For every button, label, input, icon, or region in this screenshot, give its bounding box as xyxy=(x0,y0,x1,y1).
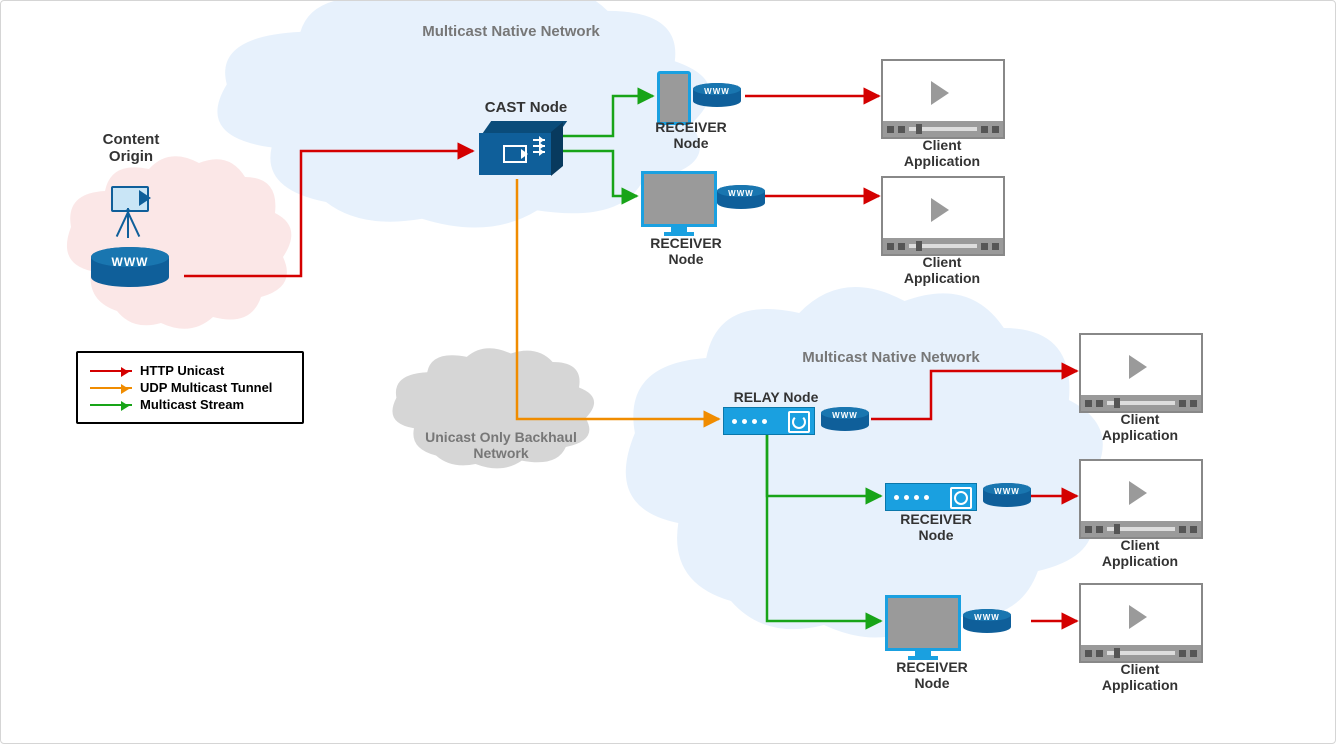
client4-label: Client Application xyxy=(1075,537,1205,569)
legend-udp-label: UDP Multicast Tunnel xyxy=(140,380,272,395)
title-multicast-right: Multicast Native Network xyxy=(771,349,1011,366)
client5-label: Client Application xyxy=(1075,661,1205,693)
receiver1-label: RECEIVER Node xyxy=(636,119,746,151)
legend-udp-arrow-icon xyxy=(90,387,132,389)
receiver3-rack-icon xyxy=(885,483,977,511)
receiver4-monitor-icon xyxy=(885,595,961,651)
client2-player-icon xyxy=(881,176,1005,256)
client1-player-icon xyxy=(881,59,1005,139)
legend: HTTP Unicast UDP Multicast Tunnel Multic… xyxy=(76,351,304,424)
diagram-canvas: Multicast Native Network Multicast Nativ… xyxy=(0,0,1336,744)
edge-origin-to-cast xyxy=(184,151,473,276)
receiver4-label: RECEIVER Node xyxy=(877,659,987,691)
origin-cloud xyxy=(67,156,291,329)
origin-label: Content Origin xyxy=(81,131,181,165)
cast-label: CAST Node xyxy=(471,99,581,116)
client1-label: Client Application xyxy=(877,137,1007,169)
legend-http: HTTP Unicast xyxy=(90,363,290,378)
edge-relay-to-receiver3 xyxy=(767,433,881,496)
legend-mc: Multicast Stream xyxy=(90,397,290,412)
receiver2-monitor-icon xyxy=(641,171,717,227)
relay-www-disc: WWW xyxy=(821,407,869,431)
legend-mc-arrow-icon xyxy=(90,404,132,406)
camera-icon xyxy=(111,186,149,212)
receiver4-www-disc: WWW xyxy=(963,609,1011,633)
legend-mc-label: Multicast Stream xyxy=(140,397,244,412)
edge-relay-to-client3 xyxy=(871,371,1077,419)
receiver2-label: RECEIVER Node xyxy=(631,235,741,267)
edge-cast-to-receiver2 xyxy=(561,151,637,196)
edge-relay-to-receiver4 xyxy=(767,433,881,621)
client4-player-icon xyxy=(1079,459,1203,539)
receiver2-www-disc: WWW xyxy=(717,185,765,209)
www-text: WWW xyxy=(91,255,169,269)
client3-player-icon xyxy=(1079,333,1203,413)
cast-node-icon xyxy=(479,121,555,175)
relay-label: RELAY Node xyxy=(721,389,831,405)
multicast-cloud-right xyxy=(626,287,1103,637)
legend-udp: UDP Multicast Tunnel xyxy=(90,380,290,395)
legend-http-label: HTTP Unicast xyxy=(140,363,224,378)
title-multicast-top: Multicast Native Network xyxy=(381,23,641,40)
receiver3-label: RECEIVER Node xyxy=(881,511,991,543)
relay-node-icon xyxy=(723,407,815,435)
receiver3-www-disc: WWW xyxy=(983,483,1031,507)
client3-label: Client Application xyxy=(1075,411,1205,443)
client5-player-icon xyxy=(1079,583,1203,663)
title-backhaul: Unicast Only Backhaul Network xyxy=(401,429,601,461)
legend-http-arrow-icon xyxy=(90,370,132,372)
receiver1-www-disc: WWW xyxy=(693,83,741,107)
origin-www-disc: WWW xyxy=(91,247,169,283)
receiver1-phone-icon xyxy=(657,71,691,125)
client2-label: Client Application xyxy=(877,254,1007,286)
